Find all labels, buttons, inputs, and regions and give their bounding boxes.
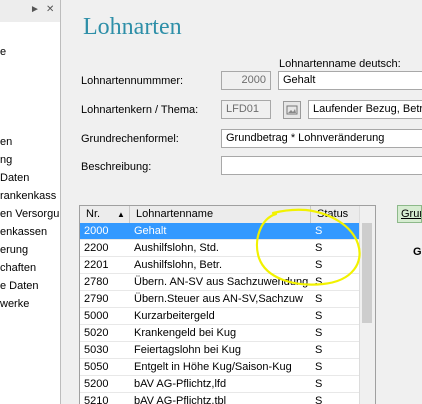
nav-item[interactable]: Daten <box>0 172 29 184</box>
sort-ascending-icon: ▲ <box>117 210 125 219</box>
column-header-status[interactable]: Status <box>311 206 361 223</box>
pin-icon[interactable]: ► <box>30 4 40 15</box>
cell-nr: 2000 <box>84 225 109 237</box>
cell-nr: 2201 <box>84 259 109 271</box>
nummer-field[interactable]: 2000 <box>221 71 271 90</box>
vertical-scrollbar[interactable] <box>359 206 375 404</box>
main-panel: Lohnarten Lohnartenname deutsch: Gehalt … <box>61 0 422 404</box>
nav-item[interactable]: en Versorgu <box>0 208 59 220</box>
cell-name: Kurzarbeitergeld <box>134 310 215 322</box>
formel-field[interactable]: Grundbetrag * Lohnveränderung <box>221 129 422 148</box>
cell-status: S <box>315 225 323 237</box>
nav-item[interactable]: enkassen <box>0 226 47 238</box>
cell-status: S <box>315 378 323 390</box>
right-panel-label: G <box>413 246 422 258</box>
nav-item[interactable]: e <box>0 46 6 58</box>
nav-item[interactable]: chaften <box>0 262 36 274</box>
cell-nr: 5210 <box>84 395 109 404</box>
cell-name: Aushilfslohn, Std. <box>134 242 219 254</box>
table-row[interactable]: 2000 Gehalt S <box>80 223 361 240</box>
thema-field[interactable]: Laufender Bezug, Betr <box>308 100 422 119</box>
navigation-panel: ► ✕ e en ng Daten rankenkass en Versorgu… <box>0 0 61 404</box>
cell-status: S <box>315 361 323 373</box>
page-title: Lohnarten <box>83 14 182 40</box>
cell-nr: 5020 <box>84 327 109 339</box>
close-icon[interactable]: ✕ <box>46 4 54 15</box>
cell-name: Gehalt <box>134 225 167 237</box>
lohnartenname-label: Lohnartenname deutsch: <box>279 58 401 70</box>
cell-nr: 5030 <box>84 344 109 356</box>
lohnarten-table: Nr. ▲ Lohnartenname Status 2000 Gehalt S 22… <box>79 205 376 404</box>
cell-name: Übern.Steuer aus AN-SV,Sachzuw <box>134 293 303 305</box>
cell-nr: 5050 <box>84 361 109 373</box>
tab-grund[interactable]: Grund <box>397 205 422 223</box>
nav-item[interactable]: e Daten <box>0 280 39 292</box>
lohnartenname-field[interactable]: Gehalt <box>278 71 422 90</box>
table-row[interactable]: 2200 Aushilfslohn, Std. S <box>80 240 361 257</box>
beschreibung-label: Beschreibung: <box>81 161 152 173</box>
nav-item[interactable]: erung <box>0 244 28 256</box>
cell-status: S <box>315 242 323 254</box>
kern-label: Lohnartenkern / Thema: <box>81 104 199 116</box>
image-icon <box>286 105 298 115</box>
cell-nr: 2200 <box>84 242 109 254</box>
cell-status: S <box>315 327 323 339</box>
scrollbar-thumb[interactable] <box>362 223 372 323</box>
cell-status: S <box>315 293 323 305</box>
table-row[interactable]: 5200 bAV AG-Pflichtz,lfd S <box>80 376 361 393</box>
table-row[interactable]: 2780 Übern. AN-SV aus Sachzuwendung S <box>80 274 361 291</box>
nav-item[interactable]: rankenkass <box>0 190 56 202</box>
cell-name: Übern. AN-SV aus Sachzuwendung <box>134 276 309 288</box>
table-row[interactable]: 5020 Krankengeld bei Kug S <box>80 325 361 342</box>
table-row[interactable]: 5210 bAV AG-Pflichtz,tbl S <box>80 393 361 404</box>
table-header: Nr. ▲ Lohnartenname Status <box>80 206 361 224</box>
kern-field[interactable]: LFD01 <box>221 100 271 119</box>
table-row[interactable]: 5000 Kurzarbeitergeld S <box>80 308 361 325</box>
beschreibung-field[interactable] <box>221 156 422 175</box>
table-row[interactable]: 2790 Übern.Steuer aus AN-SV,Sachzuw S <box>80 291 361 308</box>
cell-status: S <box>315 310 323 322</box>
cell-name: Aushilfslohn, Betr. <box>134 259 223 271</box>
table-row[interactable]: 5050 Entgelt in Höhe Kug/Saison-Kug S <box>80 359 361 376</box>
cell-nr: 5000 <box>84 310 109 322</box>
table-row[interactable]: 5030 Feiertagslohn bei Kug S <box>80 342 361 359</box>
nav-item[interactable]: en <box>0 136 12 148</box>
cell-status: S <box>315 259 323 271</box>
cell-nr: 2790 <box>84 293 109 305</box>
column-header-name[interactable]: Lohnartenname <box>130 206 311 223</box>
table-row[interactable]: 2201 Aushilfslohn, Betr. S <box>80 257 361 274</box>
formel-label: Grundrechenformel: <box>81 133 179 145</box>
column-header-nr[interactable]: Nr. ▲ <box>80 206 130 223</box>
thema-picker-button[interactable] <box>283 101 301 119</box>
cell-name: bAV AG-Pflichtz,tbl <box>134 395 227 404</box>
cell-nr: 5200 <box>84 378 109 390</box>
nav-item[interactable]: ng <box>0 154 12 166</box>
cell-name: Feiertagslohn bei Kug <box>134 344 242 356</box>
cell-name: Krankengeld bei Kug <box>134 327 237 339</box>
cell-status: S <box>315 276 323 288</box>
cell-status: S <box>315 344 323 356</box>
nav-item[interactable]: werke <box>0 298 29 310</box>
cell-status: S <box>315 395 323 404</box>
column-header-nr-label: Nr. <box>86 208 101 220</box>
navigation-panel-header: ► ✕ <box>0 0 60 22</box>
nummer-label: Lohnartennummmer: <box>81 75 184 87</box>
cell-name: Entgelt in Höhe Kug/Saison-Kug <box>134 361 292 373</box>
cell-name: bAV AG-Pflichtz,lfd <box>134 378 227 390</box>
cell-nr: 2780 <box>84 276 109 288</box>
